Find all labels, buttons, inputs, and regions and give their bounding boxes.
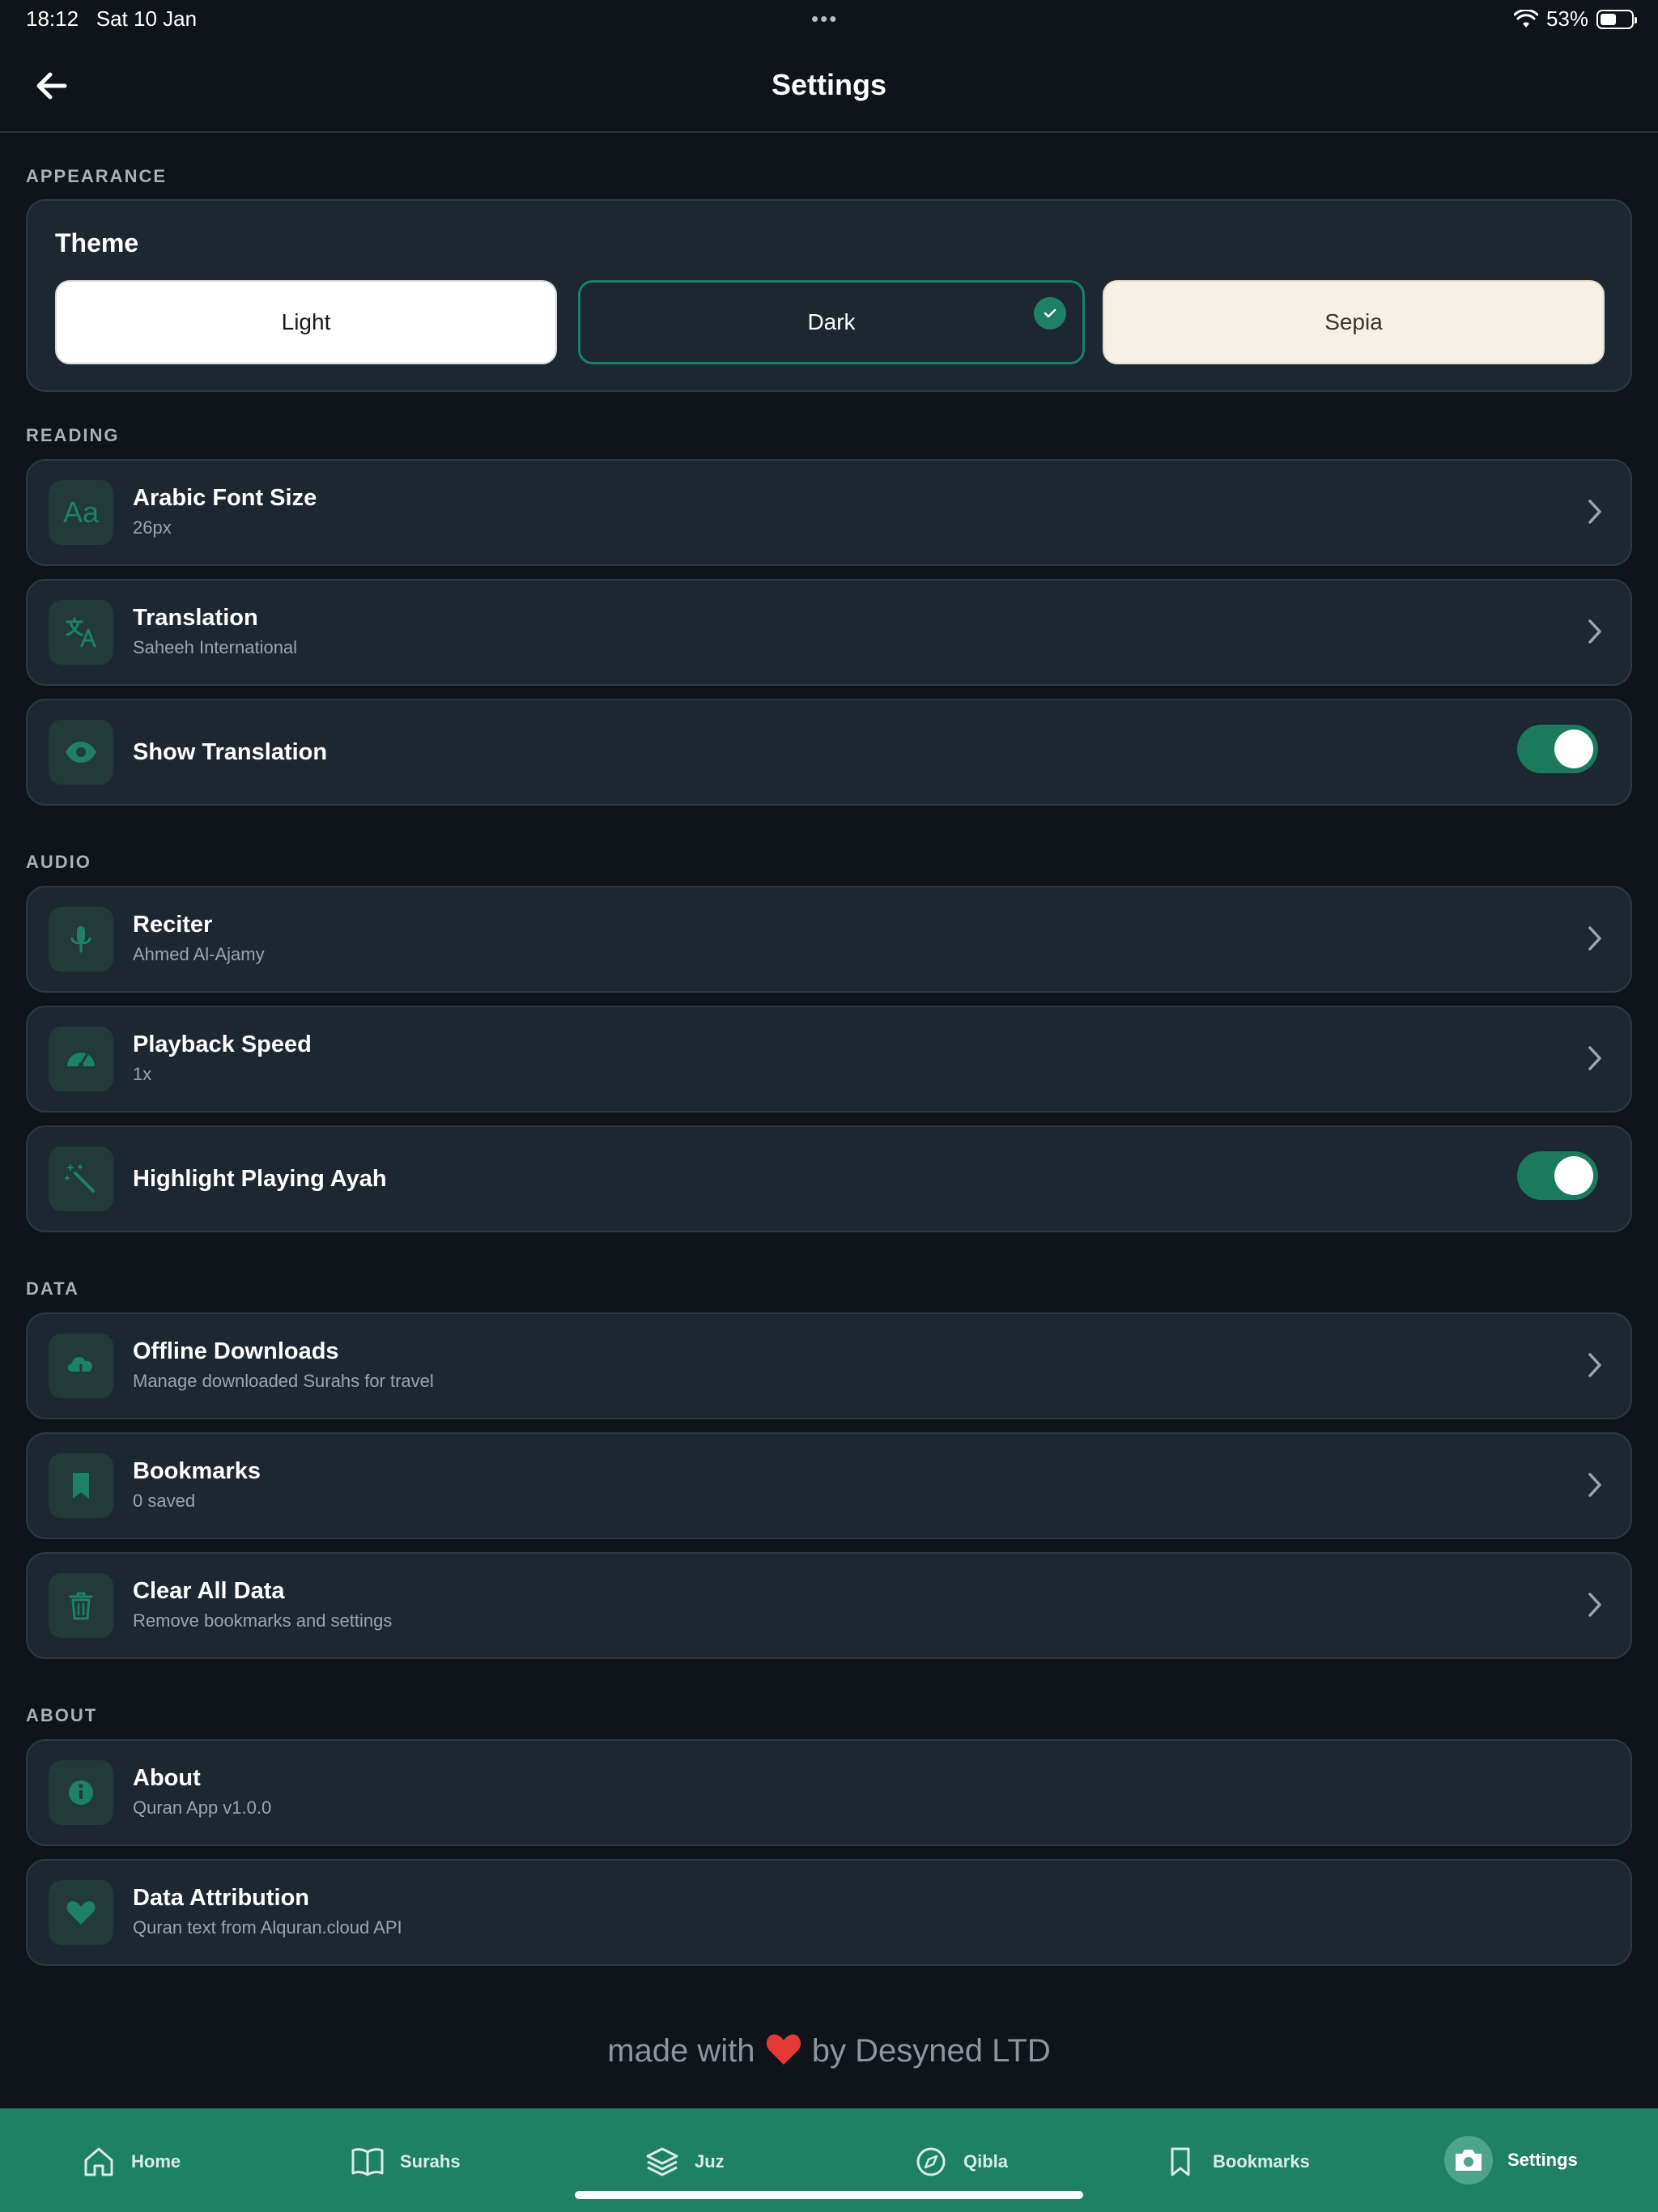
- highlight-ayah-title: Highlight Playing Ayah: [133, 1166, 387, 1192]
- translation-value: Saheeh International: [133, 637, 298, 657]
- font-size-row[interactable]: Aa Arabic Font Size 26px: [26, 459, 1632, 566]
- status-time: 18:12 Sat 10 Jan: [26, 6, 198, 31]
- layers-icon: [646, 2147, 678, 2176]
- home-icon: [84, 2147, 113, 2176]
- show-translation-toggle[interactable]: [1517, 725, 1598, 773]
- about-title: About: [133, 1765, 201, 1791]
- translation-row[interactable]: Translation Saheeh International: [26, 579, 1632, 686]
- font-size-icon: Aa: [49, 480, 113, 545]
- nav-header: Settings: [0, 40, 1658, 133]
- bookmark-icon: [49, 1453, 113, 1518]
- microphone-icon: [49, 907, 113, 972]
- tab-juz-label: Juz: [695, 2151, 725, 2172]
- highlight-ayah-toggle[interactable]: [1517, 1151, 1598, 1200]
- made-with-footer: made with by Desyned LTD: [0, 2031, 1658, 2069]
- theme-light-button[interactable]: Light: [55, 280, 557, 364]
- tab-settings-label: Settings: [1507, 2150, 1578, 2170]
- book-open-icon: [351, 2148, 384, 2176]
- translation-title: Translation: [133, 605, 258, 631]
- data-attribution-title: Data Attribution: [133, 1885, 310, 1911]
- red-heart-icon: [766, 2034, 801, 2065]
- compass-icon: [916, 2147, 946, 2176]
- tab-qibla-label: Qibla: [963, 2151, 1009, 2172]
- theme-sepia-button[interactable]: Sepia: [1103, 280, 1605, 364]
- tab-settings[interactable]: Settings: [1444, 2136, 1578, 2184]
- offline-downloads-value: Manage downloaded Surahs for travel: [133, 1371, 434, 1391]
- highlight-ayah-row: Highlight Playing Ayah: [26, 1125, 1632, 1232]
- tab-surahs[interactable]: Surahs: [350, 2139, 461, 2184]
- tab-bookmarks-label: Bookmarks: [1213, 2151, 1310, 2172]
- theme-dark-button[interactable]: Dark: [578, 280, 1085, 364]
- bookmark-outline-icon: [1171, 2147, 1190, 2176]
- wifi-icon: [1513, 9, 1538, 28]
- tab-bookmarks[interactable]: Bookmarks: [1163, 2139, 1310, 2184]
- translate-icon: [49, 600, 113, 665]
- footer-by: by Desyned LTD: [811, 2033, 1051, 2069]
- speedometer-icon: [49, 1027, 113, 1091]
- bookmarks-value: 0 saved: [133, 1491, 196, 1511]
- clear-data-row[interactable]: Clear All Data Remove bookmarks and sett…: [26, 1552, 1632, 1659]
- page-title: Settings: [771, 68, 886, 101]
- check-icon: [1034, 297, 1066, 330]
- reciter-title: Reciter: [133, 912, 213, 938]
- chevron-right-icon: [1588, 1046, 1601, 1070]
- data-attribution-row: Data Attribution Quran text from Alquran…: [26, 1859, 1632, 1966]
- tab-juz[interactable]: Juz: [644, 2139, 725, 2184]
- data-attribution-value: Quran text from Alquran.cloud API: [133, 1917, 402, 1938]
- show-translation-row: Show Translation: [26, 699, 1632, 806]
- section-label-appearance: APPEARANCE: [26, 166, 168, 186]
- playback-speed-row[interactable]: Playback Speed 1x: [26, 1006, 1632, 1112]
- theme-dark-label: Dark: [807, 309, 856, 334]
- magic-wand-icon: [49, 1146, 113, 1211]
- theme-title: Theme: [55, 228, 139, 257]
- reciter-row[interactable]: Reciter Ahmed Al-Ajamy: [26, 886, 1632, 993]
- cloud-download-icon: [49, 1334, 113, 1398]
- eye-icon: [49, 720, 113, 785]
- tab-home[interactable]: Home: [81, 2139, 181, 2184]
- theme-light-label: Light: [281, 309, 331, 334]
- chevron-right-icon: [1588, 926, 1601, 951]
- trash-icon: [49, 1573, 113, 1638]
- chevron-right-icon: [1588, 500, 1601, 524]
- bookmarks-title: Bookmarks: [133, 1458, 261, 1484]
- offline-downloads-row[interactable]: Offline Downloads Manage downloaded Sura…: [26, 1312, 1632, 1419]
- battery-icon: [1596, 9, 1637, 29]
- clear-data-title: Clear All Data: [133, 1578, 285, 1604]
- tab-qibla[interactable]: Qibla: [913, 2139, 1008, 2184]
- section-label-about: ABOUT: [26, 1705, 98, 1725]
- info-icon: [49, 1760, 113, 1825]
- chevron-right-icon: [1588, 1593, 1601, 1617]
- footer-made-with: made with: [607, 2033, 755, 2069]
- status-right: 53%: [1513, 6, 1637, 32]
- font-size-title: Arabic Font Size: [133, 485, 317, 511]
- heart-icon: [49, 1880, 113, 1945]
- chevron-right-icon: [1588, 619, 1601, 644]
- section-label-reading: READING: [26, 425, 120, 445]
- playback-speed-value: 1x: [133, 1064, 152, 1084]
- reciter-value: Ahmed Al-Ajamy: [133, 944, 265, 964]
- chevron-right-icon: [1588, 1473, 1601, 1497]
- camera-icon: [1444, 2136, 1493, 2184]
- section-label-audio: AUDIO: [26, 852, 91, 872]
- theme-sepia-label: Sepia: [1324, 309, 1383, 334]
- chevron-right-icon: [1588, 1353, 1601, 1377]
- battery-percent: 53%: [1545, 6, 1588, 31]
- about-row: About Quran App v1.0.0: [26, 1739, 1632, 1846]
- tab-surahs-label: Surahs: [400, 2151, 461, 2172]
- offline-downloads-title: Offline Downloads: [133, 1338, 339, 1364]
- home-indicator[interactable]: [575, 2191, 1083, 2199]
- about-value: Quran App v1.0.0: [133, 1797, 272, 1818]
- status-bar: 18:12 Sat 10 Jan ••• 53%: [0, 0, 1658, 40]
- multitasking-dots-icon[interactable]: •••: [811, 6, 838, 32]
- show-translation-title: Show Translation: [133, 739, 328, 765]
- bookmarks-row[interactable]: Bookmarks 0 saved: [26, 1432, 1632, 1539]
- section-label-data: DATA: [26, 1278, 79, 1299]
- tab-home-label: Home: [131, 2151, 181, 2172]
- playback-speed-title: Playback Speed: [133, 1032, 312, 1057]
- theme-card: Theme Light Dark Sepia: [26, 199, 1632, 392]
- font-size-value: 26px: [133, 517, 172, 538]
- clear-data-value: Remove bookmarks and settings: [133, 1610, 393, 1631]
